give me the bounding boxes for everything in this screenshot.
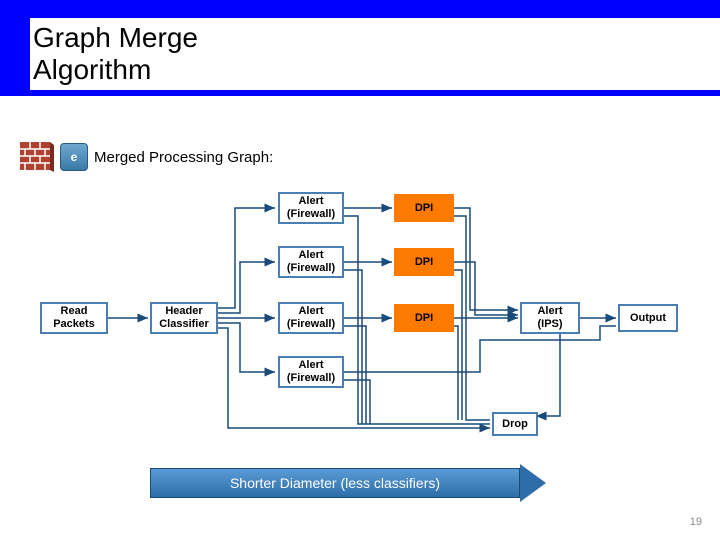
node-alert-ips: Alert (IPS) bbox=[520, 302, 580, 334]
node-label: Drop bbox=[502, 418, 528, 431]
node-header-classifier: Header Classifier bbox=[150, 302, 218, 334]
node-label: Alert (IPS) bbox=[537, 305, 562, 330]
node-alert-firewall-3: Alert (Firewall) bbox=[278, 302, 344, 334]
node-dpi-3: DPI bbox=[394, 304, 454, 332]
node-alert-firewall-1: Alert (Firewall) bbox=[278, 192, 344, 224]
subtitle: Merged Processing Graph: bbox=[94, 149, 273, 166]
app-icon: e bbox=[60, 143, 88, 171]
node-label: Header Classifier bbox=[159, 305, 209, 330]
node-label: Alert (Firewall) bbox=[287, 195, 335, 220]
node-label: DPI bbox=[415, 202, 433, 215]
node-label: Alert (Firewall) bbox=[287, 249, 335, 274]
node-drop: Drop bbox=[492, 412, 538, 436]
node-label: DPI bbox=[415, 256, 433, 269]
node-label: DPI bbox=[415, 312, 433, 325]
banner-text: Shorter Diameter (less classifiers) bbox=[230, 475, 440, 491]
node-dpi-2: DPI bbox=[394, 248, 454, 276]
node-alert-firewall-4: Alert (Firewall) bbox=[278, 356, 344, 388]
page-number: 19 bbox=[690, 516, 702, 528]
diagram: Read Packets Header Classifier Alert (Fi… bbox=[0, 180, 720, 450]
title-bar: Graph Merge Algorithm bbox=[0, 0, 720, 96]
node-dpi-1: DPI bbox=[394, 194, 454, 222]
node-read-packets: Read Packets bbox=[40, 302, 108, 334]
connectors bbox=[0, 180, 720, 450]
node-label: Alert (Firewall) bbox=[287, 305, 335, 330]
page-title: Graph Merge Algorithm bbox=[30, 18, 720, 90]
node-label: Alert (Firewall) bbox=[287, 359, 335, 384]
node-label: Output bbox=[630, 312, 666, 325]
banner-arrow: Shorter Diameter (less classifiers) bbox=[150, 468, 550, 498]
node-output: Output bbox=[618, 304, 678, 332]
firewall-icon bbox=[20, 142, 54, 172]
node-alert-firewall-2: Alert (Firewall) bbox=[278, 246, 344, 278]
node-label: Read Packets bbox=[53, 305, 95, 330]
